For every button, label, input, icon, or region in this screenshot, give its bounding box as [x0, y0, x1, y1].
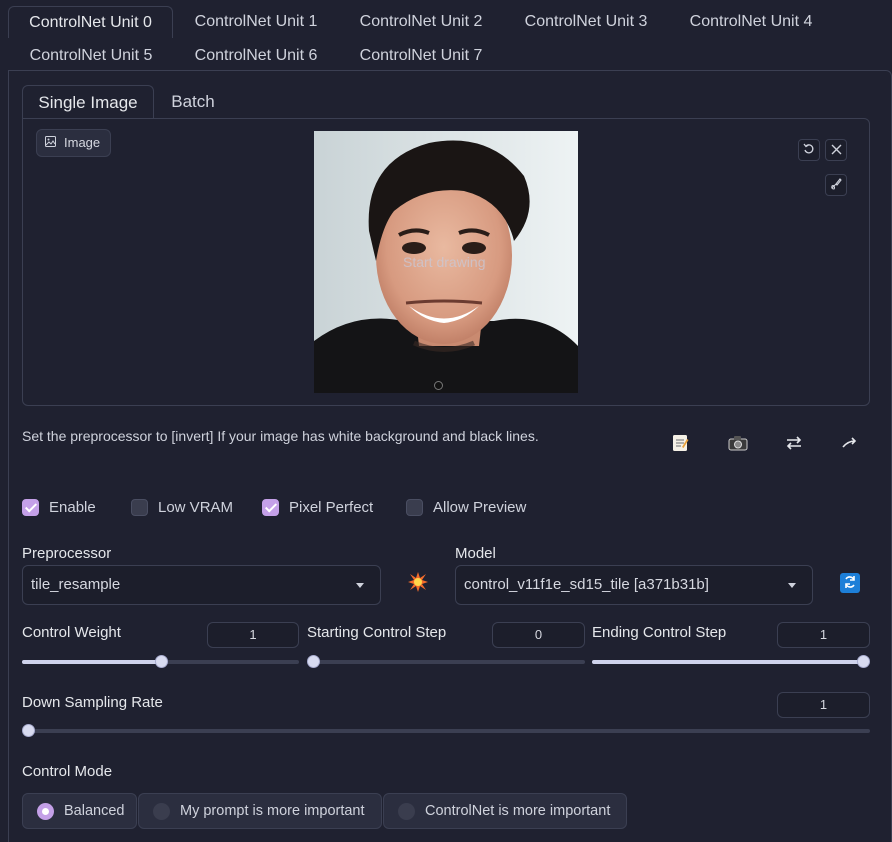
control-mode-label: Control Mode: [22, 763, 113, 780]
model-select[interactable]: control_v11f1e_sd15_tile [a371b31b]: [455, 565, 813, 605]
tab-controlnet-unit-1[interactable]: ControlNet Unit 1: [180, 6, 332, 38]
close-icon: [831, 142, 842, 158]
tab-controlnet-unit-5[interactable]: ControlNet Unit 5: [14, 40, 168, 72]
checkbox-box[interactable]: [406, 498, 423, 516]
radio-label: ControlNet is more important: [425, 803, 611, 819]
tab-single-image[interactable]: Single Image: [22, 85, 154, 119]
ending-step-input[interactable]: 1: [777, 622, 870, 648]
checkbox-label: Pixel Perfect: [289, 498, 374, 516]
clear-image-button[interactable]: [825, 139, 847, 161]
ending-step-slider[interactable]: [592, 655, 870, 668]
swap-icon[interactable]: [783, 432, 805, 454]
tab-controlnet-unit-2[interactable]: ControlNet Unit 2: [345, 6, 497, 38]
undo-button[interactable]: [798, 139, 820, 161]
control-mode-controlnet[interactable]: ControlNet is more important: [383, 793, 627, 829]
slider-thumb[interactable]: [154, 655, 168, 668]
control-mode-balanced[interactable]: Balanced: [22, 793, 137, 829]
send-dimensions-icon[interactable]: [839, 432, 861, 454]
radio-label: My prompt is more important: [180, 803, 365, 819]
brush-icon: [830, 177, 842, 193]
pixel-perfect-checkbox[interactable]: Pixel Perfect: [262, 497, 373, 517]
control-weight-label: Control Weight: [22, 624, 121, 641]
control-weight-input[interactable]: 1: [207, 622, 299, 648]
tab-controlnet-unit-0[interactable]: ControlNet Unit 0: [8, 6, 173, 38]
slider-fill: [22, 660, 161, 664]
chevron-down-icon: [356, 583, 364, 588]
checkbox-box[interactable]: [262, 498, 279, 516]
radio-dot[interactable]: [398, 802, 415, 820]
notes-icon[interactable]: [669, 432, 691, 454]
canvas-hint: Start drawing: [403, 254, 486, 270]
checkbox-label: Allow Preview: [433, 498, 527, 516]
down-sampling-slider[interactable]: [22, 724, 870, 737]
radio-label: Balanced: [64, 803, 125, 819]
enable-checkbox[interactable]: Enable: [22, 497, 96, 517]
slider-fill: [592, 660, 863, 664]
slider-thumb[interactable]: [22, 724, 35, 737]
allow-preview-checkbox[interactable]: Allow Preview: [406, 497, 526, 517]
brush-cursor: [434, 381, 443, 390]
image-label-text: Image: [64, 135, 101, 150]
slider-thumb[interactable]: [307, 655, 320, 668]
tab-batch[interactable]: Batch: [160, 85, 226, 119]
preprocessor-value: tile_resample: [31, 576, 121, 593]
down-sampling-label: Down Sampling Rate: [22, 694, 163, 711]
ending-step-label: Ending Control Step: [592, 624, 727, 641]
control-weight-slider[interactable]: [22, 655, 299, 668]
preprocessor-select[interactable]: tile_resample: [22, 565, 381, 605]
checkbox-label: Low VRAM: [158, 498, 234, 516]
chevron-down-icon: [788, 583, 796, 588]
tab-controlnet-unit-3[interactable]: ControlNet Unit 3: [510, 6, 662, 38]
radio-dot[interactable]: [37, 802, 54, 820]
tab-controlnet-unit-7[interactable]: ControlNet Unit 7: [345, 40, 497, 72]
starting-step-input[interactable]: 0: [492, 622, 585, 648]
camera-icon[interactable]: [727, 432, 749, 454]
image-icon: [45, 130, 56, 156]
controlnet-panel: ControlNet Unit 0 ControlNet Unit 1 Cont…: [0, 0, 892, 842]
tab-controlnet-unit-6[interactable]: ControlNet Unit 6: [180, 40, 332, 72]
refresh-models-button[interactable]: [840, 573, 860, 593]
starting-step-label: Starting Control Step: [307, 624, 447, 641]
starting-step-slider[interactable]: [307, 655, 585, 668]
checkbox-label: Enable: [49, 498, 96, 516]
undo-icon: [803, 142, 815, 158]
down-sampling-input[interactable]: 1: [777, 692, 870, 718]
control-mode-prompt[interactable]: My prompt is more important: [138, 793, 382, 829]
preprocessor-label: Preprocessor: [22, 545, 112, 562]
model-value: control_v11f1e_sd15_tile [a371b31b]: [464, 576, 709, 593]
checkbox-box[interactable]: [22, 498, 39, 516]
image-label: Image: [36, 129, 112, 157]
checkbox-box[interactable]: [131, 498, 148, 516]
model-label: Model: [455, 545, 496, 562]
tab-controlnet-unit-4[interactable]: ControlNet Unit 4: [675, 6, 827, 38]
run-preprocessor-button[interactable]: [406, 571, 430, 595]
explosion-icon: [407, 571, 429, 596]
slider-thumb[interactable]: [857, 655, 870, 668]
low-vram-checkbox[interactable]: Low VRAM: [131, 497, 233, 517]
preprocessor-hint: Set the preprocessor to [invert] If your…: [22, 428, 539, 444]
refresh-icon: [843, 575, 857, 592]
brush-button[interactable]: [825, 174, 847, 196]
radio-dot[interactable]: [153, 802, 170, 820]
